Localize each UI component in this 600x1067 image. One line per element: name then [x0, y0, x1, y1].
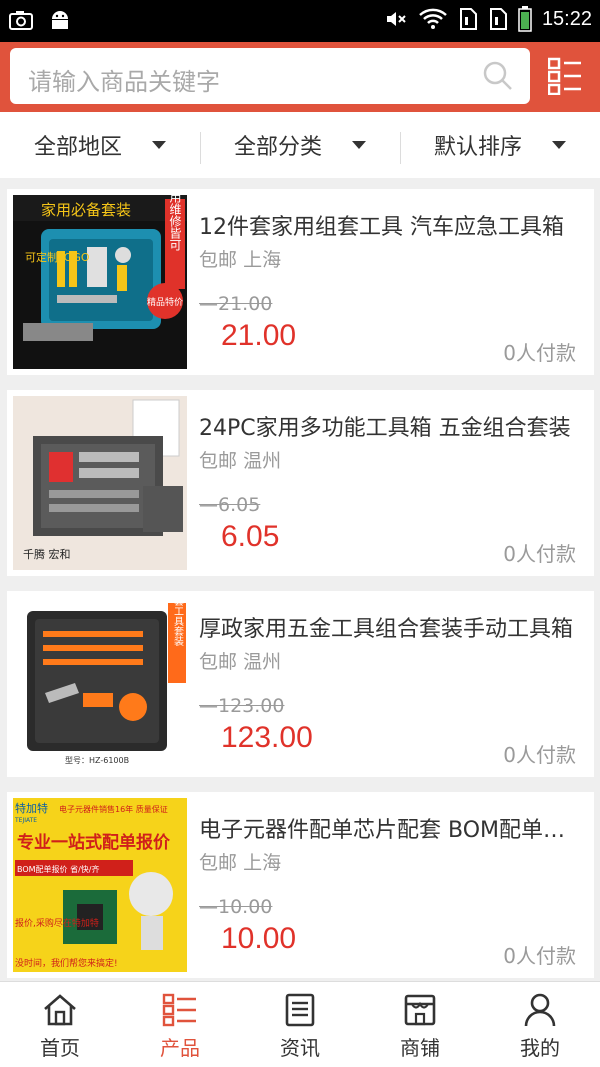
thumb-side: 报价,采购尽在特加特 [15, 917, 99, 929]
filter-region-label: 全部地区 [33, 135, 122, 160]
original-price: —10.00 [199, 896, 273, 918]
product-image[interactable]: 特加特 TEJIATE 电子元器件销售16年 质量保证 专业一站式配单报价 BO… [13, 798, 187, 972]
thumb-left-tag: 可定制LOGO [25, 250, 90, 264]
shop-icon [404, 994, 436, 1026]
original-price: —21.00 [199, 293, 273, 315]
thumb-stamp: 精品特价 [147, 296, 183, 308]
city-tag: 上海 [243, 852, 282, 874]
product-image[interactable]: 千腾 宏和 [13, 396, 187, 570]
product-image[interactable]: 8件套工具套装 型号：HZ-6100B [13, 597, 187, 771]
nav-home-label: 首页 [40, 1036, 80, 1060]
nav-news-label: 资讯 [280, 1036, 320, 1060]
product-tags: 包邮 上海 [199, 848, 281, 875]
filter-sort-label: 默认排序 [433, 135, 522, 160]
price: 10.00 [221, 922, 297, 955]
thumb-caption: 千腾 宏和 [23, 547, 71, 561]
status-time: 15:22 [541, 7, 592, 30]
nav-home[interactable]: 首页 [0, 982, 120, 1067]
thumb-top-note: 电子元器件销售16年 质量保证 [59, 804, 168, 814]
product-tags: 包邮 上海 [199, 245, 281, 272]
bottom-nav: 首页 产品 资讯 商铺 我的 [0, 981, 600, 1067]
battery-icon [518, 6, 532, 32]
filter-category[interactable]: 全部分类 [200, 112, 400, 178]
nav-shop[interactable]: 商铺 [360, 982, 480, 1067]
product-card[interactable]: 8件套工具套装 型号：HZ-6100B 厚政家用五金工具组合套装手动工具箱 包邮… [7, 591, 594, 777]
original-price: —6.05 [199, 494, 261, 516]
shipping-tag: 包邮 [199, 249, 238, 271]
nav-me[interactable]: 我的 [480, 982, 600, 1067]
home-icon [44, 994, 76, 1026]
original-price: —123.00 [199, 695, 285, 717]
product-card[interactable]: 家用必备套装 车用维修皆可 可定制LOGO 精品特价 12件套家用组套工具 汽车… [7, 189, 594, 375]
product-title[interactable]: 电子元器件配单芯片配套 BOM配单报价 [199, 812, 584, 844]
mute-icon [386, 12, 406, 26]
caret-down-icon [152, 141, 166, 149]
thumb-brand-en: TEJIATE [14, 817, 37, 824]
screenshot-icon [9, 11, 33, 30]
city-tag: 温州 [243, 651, 282, 673]
city-tag: 温州 [243, 450, 282, 472]
sales-count: 0人付款 [503, 341, 576, 365]
product-card[interactable]: 特加特 TEJIATE 电子元器件销售16年 质量保证 专业一站式配单报价 BO… [7, 792, 594, 978]
thumb-sub: BOM配单报价 省/快/齐 [17, 864, 99, 874]
sales-count: 0人付款 [503, 542, 576, 566]
nav-products[interactable]: 产品 [120, 982, 240, 1067]
android-icon [52, 11, 68, 29]
caret-down-icon [352, 141, 366, 149]
nav-news[interactable]: 资讯 [240, 982, 360, 1067]
thumb-brand: 特加特 [15, 801, 48, 815]
thumb-side-tag: 8件套工具套装 [172, 597, 184, 647]
nav-me-label: 我的 [520, 1036, 560, 1060]
product-list-icon [162, 993, 196, 1027]
thumb-bottom: 没时间，我们帮您来搞定! [15, 957, 118, 969]
product-title[interactable]: 12件套家用组套工具 汽车应急工具箱 [199, 209, 584, 241]
search-icon[interactable] [482, 60, 514, 92]
thumb-headline: 专业一站式配单报价 [17, 832, 171, 853]
thumb-banner: 家用必备套装 [41, 201, 131, 219]
status-bar: 15:22 [0, 0, 600, 42]
thumb-side-tag: 车用维修皆可 [168, 195, 182, 251]
price: 21.00 [221, 319, 297, 352]
filter-sort[interactable]: 默认排序 [400, 112, 600, 178]
shipping-tag: 包邮 [199, 450, 238, 472]
price: 6.05 [221, 520, 280, 553]
product-tags: 包邮 温州 [199, 647, 281, 674]
sim-card-icon [459, 8, 477, 30]
caret-down-icon [552, 141, 566, 149]
sales-count: 0人付款 [503, 944, 576, 968]
product-title[interactable]: 24PC家用多功能工具箱 五金组合套装 [199, 410, 584, 442]
filter-category-label: 全部分类 [233, 135, 322, 160]
city-tag: 上海 [243, 249, 282, 271]
shipping-tag: 包邮 [199, 651, 238, 673]
search-box[interactable]: 请输入商品关键字 [10, 48, 530, 104]
wifi-icon [419, 8, 447, 29]
shipping-tag: 包邮 [199, 852, 238, 874]
nav-products-label: 产品 [160, 1036, 200, 1060]
category-menu-icon[interactable] [548, 57, 582, 95]
filter-region[interactable]: 全部地区 [0, 112, 200, 178]
app-header: 请输入商品关键字 [0, 42, 600, 112]
product-title[interactable]: 厚政家用五金工具组合套装手动工具箱 [199, 611, 584, 643]
thumb-model: 型号：HZ-6100B [65, 756, 129, 765]
news-icon [285, 993, 315, 1027]
sim-card-icon-2 [489, 8, 507, 30]
filter-bar: 全部地区 全部分类 默认排序 [0, 112, 600, 178]
user-icon [524, 993, 556, 1027]
product-tags: 包邮 温州 [199, 446, 281, 473]
search-input[interactable]: 请输入商品关键字 [28, 62, 220, 97]
product-card[interactable]: 千腾 宏和 24PC家用多功能工具箱 五金组合套装 包邮 温州 —6.05 6.… [7, 390, 594, 576]
nav-shop-label: 商铺 [400, 1036, 440, 1060]
sales-count: 0人付款 [503, 743, 576, 767]
product-image[interactable]: 家用必备套装 车用维修皆可 可定制LOGO 精品特价 [13, 195, 187, 369]
price: 123.00 [221, 721, 313, 754]
